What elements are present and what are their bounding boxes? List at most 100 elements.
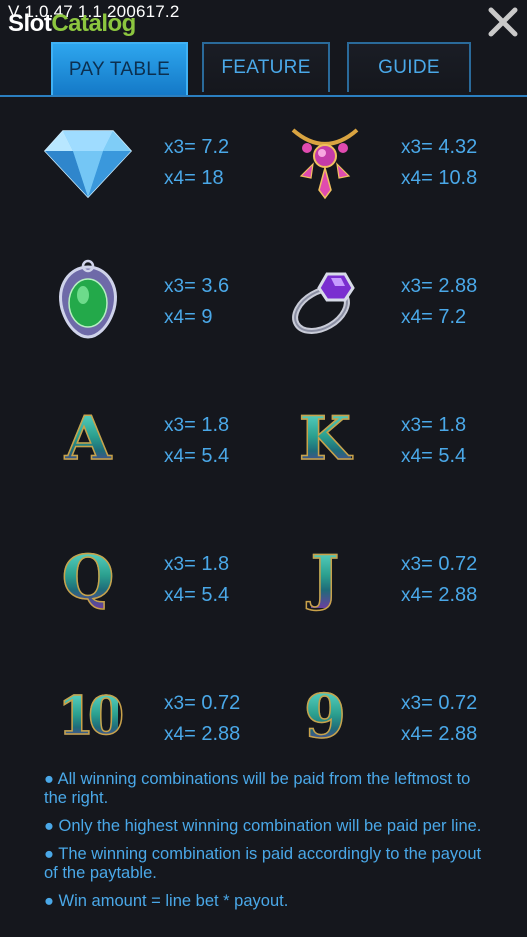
symbol-text: K xyxy=(298,404,352,474)
letter-a-symbol: A xyxy=(40,394,136,484)
symbol-text: Q xyxy=(61,543,115,613)
payout-list: x3= 3.6 x4= 9 xyxy=(164,271,229,333)
count-label: x4 xyxy=(401,585,422,606)
payout-value: = 10.8 xyxy=(421,167,478,189)
number-9-symbol: 9 xyxy=(277,672,373,762)
paytable-cell-emerald: x3= 3.6 x4= 9 xyxy=(0,239,263,378)
paytable-cell-a: A x3= 1.8 x4= 5.4 xyxy=(0,378,263,517)
payout-value: = 0.72 xyxy=(421,692,478,714)
payout-value: = 1.8 xyxy=(184,414,230,436)
payout-row-x3: x3= 2.88 xyxy=(401,271,477,302)
rules-list: ● All winning combinations will be paid … xyxy=(44,770,494,920)
payout-list: x3= 0.72 x4= 2.88 xyxy=(401,549,477,611)
payout-list: x3= 7.2 x4= 18 xyxy=(164,132,229,194)
close-x-icon xyxy=(488,7,518,37)
payout-row-x4: x4= 9 xyxy=(164,302,229,333)
payout-value: = 1.8 xyxy=(421,414,467,436)
count-label: x4 xyxy=(164,724,185,745)
payout-row-x4: x4= 7.2 xyxy=(401,302,477,333)
count-label: x3 xyxy=(164,276,185,297)
symbol-text: A xyxy=(64,404,112,474)
payout-row-x4: x4= 2.88 xyxy=(401,580,477,611)
count-label: x4 xyxy=(164,168,185,189)
count-label: x4 xyxy=(164,585,185,606)
payout-value: = 0.72 xyxy=(421,553,478,575)
letter-j-symbol: J xyxy=(277,533,373,623)
payout-list: x3= 1.8 x4= 5.4 xyxy=(401,410,466,472)
payout-value: = 1.8 xyxy=(184,553,230,575)
payout-value: = 18 xyxy=(184,167,224,189)
paytable-cell-q: Q x3= 1.8 x4= 5.4 xyxy=(0,517,263,656)
count-label: x3 xyxy=(401,415,422,436)
payout-value: = 5.4 xyxy=(184,584,230,606)
letter-k-symbol: K xyxy=(277,394,373,484)
number-10-symbol: 10 xyxy=(40,672,136,762)
payout-value: = 5.4 xyxy=(421,445,467,467)
payout-row-x3: x3= 0.72 xyxy=(164,688,240,719)
paytable-cell-k: K x3= 1.8 x4= 5.4 xyxy=(237,378,500,517)
watermark-part-1: Slot xyxy=(8,10,52,37)
payout-row-x4: x4= 2.88 xyxy=(164,719,240,750)
rule-item: ● The winning combination is paid accord… xyxy=(44,845,482,882)
count-label: x4 xyxy=(164,307,185,328)
amethyst-ring-icon xyxy=(277,255,373,345)
watermark-logo: SlotCatalog xyxy=(8,10,136,38)
payout-row-x3: x3= 3.6 xyxy=(164,271,229,302)
rule-item: ● Only the highest winning combination w… xyxy=(44,817,482,835)
symbol-text: 9 xyxy=(303,682,346,752)
payout-row-x3: x3= 1.8 xyxy=(164,549,229,580)
count-label: x4 xyxy=(401,307,422,328)
payout-list: x3= 1.8 x4= 5.4 xyxy=(164,410,229,472)
count-label: x3 xyxy=(401,693,422,714)
tab-pay-table[interactable]: PAY TABLE xyxy=(51,42,188,95)
diamond-icon xyxy=(40,116,136,206)
payout-row-x3: x3= 4.32 xyxy=(401,132,477,163)
letter-q-symbol: Q xyxy=(40,533,136,623)
watermark-part-2: Catalog xyxy=(51,10,136,37)
count-label: x4 xyxy=(401,168,422,189)
payout-value: = 2.88 xyxy=(184,723,241,745)
payout-row-x3: x3= 1.8 xyxy=(164,410,229,441)
payout-value: = 7.2 xyxy=(421,306,467,328)
payout-row-x3: x3= 7.2 xyxy=(164,132,229,163)
tab-feature[interactable]: FEATURE xyxy=(202,42,330,92)
tab-guide[interactable]: GUIDE xyxy=(347,42,471,92)
count-label: x3 xyxy=(164,693,185,714)
payout-row-x4: x4= 10.8 xyxy=(401,163,477,194)
payout-row-x3: x3= 0.72 xyxy=(401,688,477,719)
symbol-text: 10 xyxy=(57,686,125,747)
count-label: x3 xyxy=(401,137,422,158)
tab-underline xyxy=(0,95,527,97)
payout-value: = 2.88 xyxy=(421,723,478,745)
symbol-text: J xyxy=(310,543,340,613)
payout-row-x3: x3= 1.8 xyxy=(401,410,466,441)
paytable-cell-necklace: x3= 4.32 x4= 10.8 xyxy=(237,100,500,239)
paytable-cell-diamond: x3= 7.2 x4= 18 xyxy=(0,100,263,239)
count-label: x3 xyxy=(401,276,422,297)
payout-list: x3= 0.72 x4= 2.88 xyxy=(401,688,477,750)
payout-value: = 2.88 xyxy=(421,584,478,606)
payout-row-x3: x3= 0.72 xyxy=(401,549,477,580)
close-button[interactable] xyxy=(487,6,519,38)
rule-item: ● Win amount = line bet * payout. xyxy=(44,892,289,910)
count-label: x3 xyxy=(164,415,185,436)
count-label: x4 xyxy=(401,724,422,745)
payout-value: = 5.4 xyxy=(184,445,230,467)
payout-row-x4: x4= 5.4 xyxy=(164,580,229,611)
tab-bar: PAY TABLE FEATURE GUIDE xyxy=(0,42,527,98)
count-label: x4 xyxy=(401,446,422,467)
payout-row-x4: x4= 2.88 xyxy=(401,719,477,750)
payout-value: = 7.2 xyxy=(184,136,230,158)
payout-value: = 4.32 xyxy=(421,136,478,158)
payout-row-x4: x4= 5.4 xyxy=(164,441,229,472)
paytable-cell-ring: x3= 2.88 x4= 7.2 xyxy=(237,239,500,378)
count-label: x3 xyxy=(164,554,185,575)
count-label: x3 xyxy=(164,137,185,158)
count-label: x3 xyxy=(401,554,422,575)
rule-item: ● All winning combinations will be paid … xyxy=(44,770,471,807)
payout-list: x3= 2.88 x4= 7.2 xyxy=(401,271,477,333)
payout-row-x4: x4= 18 xyxy=(164,163,229,194)
paytable-cell-j: J x3= 0.72 x4= 2.88 xyxy=(237,517,500,656)
payout-value: = 3.6 xyxy=(184,275,230,297)
payout-value: = 0.72 xyxy=(184,692,241,714)
